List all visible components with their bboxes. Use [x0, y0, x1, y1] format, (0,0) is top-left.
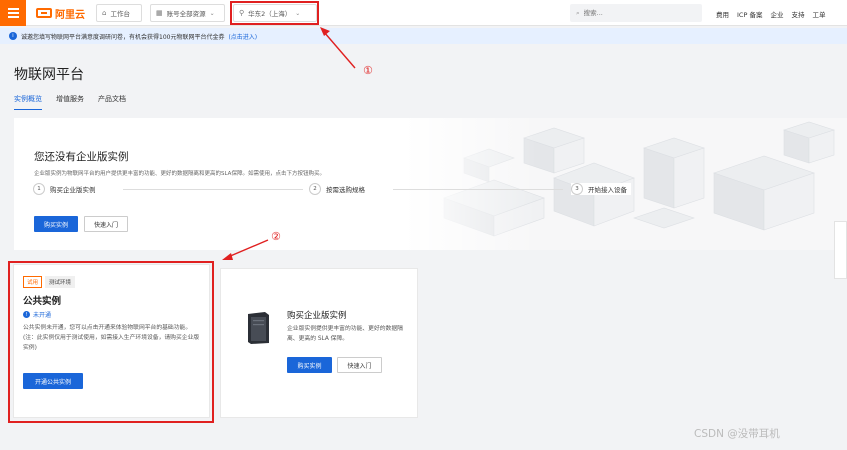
enterprise-instance-banner: 您还没有企业版实例 企业版实例为物联网平台的用户提供更丰富的功能、更好的数据隔离… — [14, 118, 847, 250]
page-title: 物联网平台 — [14, 67, 84, 83]
aliyun-logo-mark-icon — [36, 8, 52, 18]
annotation-label-1: ① — [363, 64, 373, 77]
annotation-label-2: ② — [271, 230, 281, 243]
step-label: 按需选购规格 — [326, 186, 365, 194]
step-number: 1 — [33, 183, 45, 195]
top-navigation-bar: 阿里云 ⌂ 工作台 ▦ 账号全部资源 ⌄ ⚲ 华东2（上海） ⌄ ⌕ 费用 IC… — [0, 0, 847, 26]
link-ticket[interactable]: 工单 — [812, 9, 825, 19]
top-links: 费用 ICP 备案 企业 支持 工单 — [716, 9, 825, 19]
step-label: 购买企业版实例 — [50, 186, 96, 194]
grid-icon: ▦ — [156, 9, 163, 17]
side-panel-fragment — [834, 221, 847, 279]
info-icon: i — [9, 32, 17, 40]
step-number: 3 — [571, 183, 583, 195]
quickstart-button[interactable]: 快速入门 — [337, 357, 382, 373]
chevron-down-icon: ⌄ — [209, 9, 215, 17]
page-tabs: 实例概览 增值服务 产品文档 — [14, 94, 126, 110]
menu-icon[interactable] — [0, 0, 26, 26]
enterprise-card-description: 企业版实例提供更丰富的功能、更好的数据隔离、更高的 SLA 保障。 — [287, 326, 403, 342]
buy-instance-button[interactable]: 购买实例 — [287, 357, 332, 373]
account-resources-dropdown[interactable]: ▦ 账号全部资源 ⌄ — [150, 4, 225, 22]
step-connector — [393, 189, 563, 190]
server-icon — [248, 312, 269, 344]
annotation-box-region — [230, 1, 319, 25]
enterprise-instance-card: 购买企业版实例 企业版实例提供更丰富的功能、更好的数据隔离、更高的 SLA 保障… — [220, 268, 418, 418]
notice-text: 诚邀您填写物联网平台满意度调研问卷，有机会获得100元物联网平台代金券 — [21, 33, 225, 41]
link-billing[interactable]: 费用 — [716, 9, 729, 19]
banner-description: 企业版实例为物联网平台的用户提供更丰富的功能、更好的数据隔离和更高的SLA保障。… — [34, 171, 325, 177]
search-input[interactable] — [583, 9, 684, 17]
quickstart-button[interactable]: 快速入门 — [84, 216, 128, 232]
step-3: 3 开始接入设备 — [571, 183, 631, 195]
link-enterprise[interactable]: 企业 — [770, 9, 783, 19]
step-1: 1 购买企业版实例 — [33, 183, 100, 195]
step-number: 2 — [309, 183, 321, 195]
workbench-label: 工作台 — [110, 10, 130, 18]
tab-product-docs[interactable]: 产品文档 — [98, 94, 126, 110]
watermark: CSDN @没带耳机 — [694, 428, 780, 440]
step-2: 2 按需选购规格 — [309, 183, 369, 195]
home-icon: ⌂ — [102, 9, 107, 17]
banner-title: 您还没有企业版实例 — [34, 151, 129, 163]
search-icon: ⌕ — [576, 8, 580, 17]
workbench-button[interactable]: ⌂ 工作台 — [96, 4, 142, 22]
annotation-box-public-instance — [8, 261, 214, 423]
link-support[interactable]: 支持 — [791, 9, 804, 19]
buy-instance-button[interactable]: 购买实例 — [34, 216, 78, 232]
purchase-steps: 1 购买企业版实例 2 按需选购规格 3 开始接入设备 — [33, 183, 648, 197]
link-icp[interactable]: ICP 备案 — [737, 9, 762, 19]
search-box[interactable]: ⌕ — [570, 4, 702, 22]
account-resources-label: 账号全部资源 — [166, 10, 206, 18]
aliyun-logo[interactable]: 阿里云 — [36, 7, 85, 21]
step-label: 开始接入设备 — [588, 186, 627, 194]
step-connector — [123, 189, 303, 190]
logo-text: 阿里云 — [55, 9, 85, 21]
tab-value-added-services[interactable]: 增值服务 — [56, 94, 84, 110]
tab-instance-overview[interactable]: 实例概览 — [14, 94, 42, 110]
notice-link[interactable]: (点击进入) — [228, 32, 257, 41]
enterprise-card-title: 购买企业版实例 — [287, 311, 347, 321]
survey-notice-bar: i 诚邀您填写物联网平台满意度调研问卷，有机会获得100元物联网平台代金券 (点… — [0, 28, 847, 44]
